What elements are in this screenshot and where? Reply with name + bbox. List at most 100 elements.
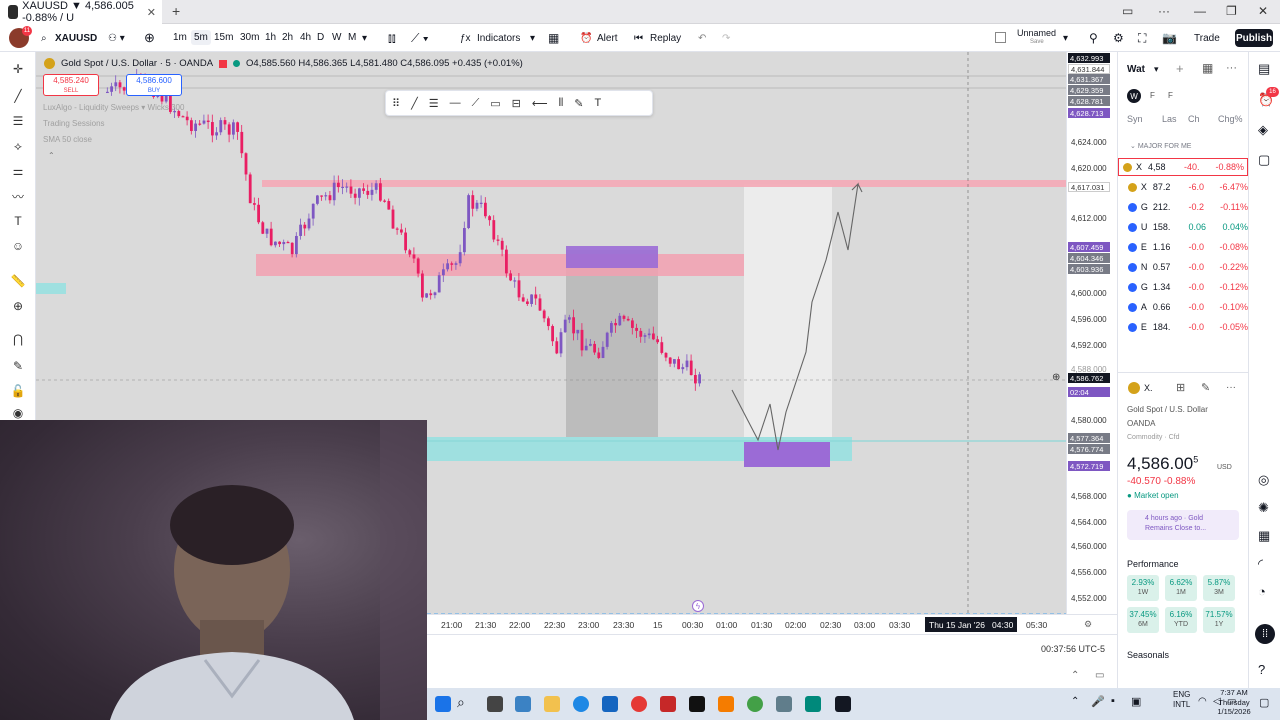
details-more-icon[interactable]: ··· [1226, 382, 1236, 393]
layout-checkbox-icon[interactable] [995, 32, 1006, 43]
watchlist-dropdown-icon[interactable]: ▾ [1154, 64, 1159, 75]
indicators-button[interactable]: Indicators [477, 24, 520, 52]
rectangle-icon[interactable]: ▭ [490, 97, 500, 110]
fib-icon[interactable]: ☰ [9, 112, 27, 130]
watchlist-row[interactable]: X 4,58 -40. -0.88% [1118, 158, 1248, 176]
taskbar-clock[interactable]: 7:37 AM Thursday 1/15/2026 [1216, 688, 1252, 717]
price-scale[interactable]: 4,632.993 4,631.844 4,631.367 4,629.359 … [1066, 52, 1116, 620]
col-change[interactable]: Ch [1188, 114, 1200, 124]
chrome-profile-icon[interactable] [747, 696, 763, 712]
utc-clock[interactable]: 00:37:56 UTC-5 [1041, 644, 1105, 654]
add-symbol-icon[interactable]: ⊕ [144, 24, 155, 52]
legend-title[interactable]: Gold Spot / U.S. Dollar · 5 · OANDA [61, 58, 213, 69]
lock-icon[interactable]: 🔓 [9, 382, 27, 400]
indicator-luxalgo[interactable]: LuxAlgo - Liquidity Sweeps ▾ Wicks 300 [43, 103, 184, 112]
add-alert-icon[interactable]: ⊕ [1052, 372, 1060, 383]
settings-app-icon[interactable] [776, 696, 792, 712]
collapse-panel-icon[interactable]: ⌃ [1071, 670, 1079, 681]
maximize-icon[interactable]: ❐ [1226, 4, 1237, 18]
edit-icon[interactable]: ✎ [1201, 381, 1210, 394]
timeframe-4h[interactable]: 4h [297, 30, 314, 45]
tray-arrow-icon[interactable]: ⌃ [1071, 696, 1079, 707]
watchlist-icon[interactable]: ▤ [1258, 61, 1270, 77]
layouts-icon[interactable]: ▦ [548, 24, 559, 52]
watchlist-row[interactable]: E 184. -0.0 -0.05% [1128, 318, 1248, 336]
layout-dropdown-icon[interactable]: ▾ [1063, 24, 1068, 52]
timeframe-30m[interactable]: 30m [237, 30, 262, 45]
timeframe-5m[interactable]: 5m [191, 30, 211, 45]
settings-icon[interactable]: ⚙ [1113, 24, 1124, 52]
event-marker-icon[interactable]: ϟ [692, 600, 704, 612]
alert-button[interactable]: Alert [597, 24, 618, 52]
trade-button[interactable]: Trade [1194, 24, 1220, 52]
watchlist-tab-f1[interactable]: F [1150, 91, 1155, 100]
news-card[interactable]: 4 hours ago · Gold Remains Close to... [1127, 510, 1239, 540]
details-symbol[interactable]: X. [1144, 383, 1153, 393]
candle-type-icon[interactable]: ⫾⫾ [388, 24, 396, 52]
col-change-pct[interactable]: Chg% [1218, 114, 1243, 124]
ideas-icon[interactable]: ✺ [1258, 500, 1269, 516]
timeframe-15m[interactable]: 15m [211, 30, 236, 45]
lines-tool-icon[interactable]: ☰ [429, 97, 439, 110]
watchlist-row[interactable]: X 87.2 -6.0 -6.47% [1128, 178, 1248, 196]
timeframe-1h[interactable]: 1h [262, 30, 279, 45]
redo-icon[interactable]: ↷ [722, 24, 730, 52]
notifications-icon[interactable]: ◔ [1258, 584, 1266, 599]
brush-icon[interactable]: 〰 [9, 187, 27, 205]
watchlist-tab-f2[interactable]: F [1168, 91, 1173, 100]
line-chart-icon[interactable]: ⟋ ▾ [411, 24, 429, 52]
trendline-icon[interactable]: ╱ [9, 87, 27, 105]
help-icon[interactable]: ? [1258, 662, 1265, 677]
task-view-icon[interactable] [487, 696, 503, 712]
emoji-icon[interactable]: ☺ [9, 237, 27, 255]
watchlist-title[interactable]: Wat [1127, 64, 1145, 75]
lock-drawing-icon[interactable]: ✎ [9, 357, 27, 375]
close-tab-icon[interactable]: ✕ [147, 6, 156, 19]
layout-name[interactable]: Unnamed [1017, 28, 1056, 38]
timeframe-d[interactable]: D [314, 30, 327, 45]
ruler-icon[interactable]: 📏 [9, 272, 27, 290]
parallel-icon[interactable]: ⫴ [559, 97, 564, 110]
camera-tray-icon[interactable]: ▣ [1131, 695, 1141, 708]
replay-icon[interactable]: ⏮ [634, 24, 643, 52]
new-tab-button[interactable]: + [172, 3, 180, 19]
horizontal-line-icon[interactable]: — [450, 97, 461, 109]
minimize-icon[interactable]: — [1194, 4, 1206, 18]
more-options-icon[interactable]: ··· [1226, 62, 1237, 74]
watchlist-row[interactable]: G 1.34 -0.0 -0.12% [1128, 278, 1248, 296]
store-icon[interactable] [602, 696, 618, 712]
add-symbol-icon[interactable]: + [1176, 61, 1184, 76]
prediction-icon[interactable]: ⚌ [9, 162, 27, 180]
publish-button[interactable]: Publish [1235, 29, 1273, 47]
chat-icon[interactable]: ▢ [1258, 152, 1270, 168]
zoom-in-icon[interactable]: ⊕ [9, 297, 27, 315]
collapse-legend-icon[interactable]: ⌃ [48, 151, 55, 160]
network-icon[interactable]: ◠ [1198, 696, 1207, 707]
watchlist-row[interactable]: G 212. -0.2 -0.11% [1128, 198, 1248, 216]
col-symbol[interactable]: Syn [1127, 114, 1143, 124]
range-icon[interactable]: ⊟ [512, 97, 521, 110]
mic-icon[interactable]: 🎤 [1091, 695, 1105, 708]
products-icon[interactable]: ⁞⁞ [1255, 624, 1275, 644]
pattern-icon[interactable]: ⟡ [9, 137, 27, 155]
sell-button[interactable]: 4,585.240 SELL [43, 74, 99, 96]
indicators-icon[interactable]: ƒx [460, 24, 471, 52]
advanced-view-icon[interactable]: ▦ [1202, 61, 1213, 75]
indicators-dropdown-icon[interactable]: ▾ [530, 24, 535, 52]
symbol-search-button[interactable]: XAUUSD [55, 24, 97, 52]
buy-button[interactable]: 4,586.600 BUY [126, 74, 182, 96]
text-icon[interactable]: T [595, 97, 602, 109]
undo-icon[interactable]: ↶ [698, 24, 706, 52]
tiktok-icon[interactable] [689, 696, 705, 712]
timeframe-1m[interactable]: 1m [170, 30, 190, 45]
auto-scale-icon[interactable]: ⚙ [1084, 619, 1092, 630]
alert-icon[interactable]: ⏰ [580, 24, 592, 52]
watchlist-row[interactable]: U 158. 0.06 0.04% [1128, 218, 1248, 236]
section-header[interactable]: ⌄ MAJOR FOR ME [1130, 142, 1191, 150]
brush-tool-icon[interactable]: ✎ [574, 97, 583, 110]
indicator-sessions[interactable]: Trading Sessions [43, 119, 105, 128]
calendar-icon[interactable]: ▦ [1258, 528, 1270, 544]
watchlist-row[interactable]: N 0.57 -0.0 -0.22% [1128, 258, 1248, 276]
tradingview-app-icon[interactable] [835, 696, 851, 712]
layers-icon[interactable]: ◈ [1258, 122, 1268, 138]
